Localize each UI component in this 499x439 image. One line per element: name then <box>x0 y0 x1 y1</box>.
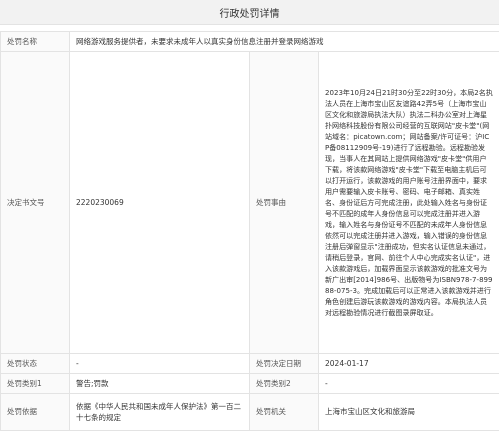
table-row: 处罚类别1 警告;罚款 处罚类别2 - <box>0 373 499 394</box>
penalty-name-value: 网络游戏服务提供者，未要求未成年人以真实身份信息注册并登录网络游戏 <box>68 31 499 52</box>
doc-number-value: 2220230069 <box>69 51 250 354</box>
reason-value: 2023年10月24日21时30分至22时30分，本局2名执法人员在上海市宝山区… <box>317 51 499 354</box>
decision-date-label: 处罚决定日期 <box>249 353 319 374</box>
category2-value: - <box>317 373 499 394</box>
table-row: 决定书文号 2220230069 处罚事由 2023年10月24日21时30分至… <box>0 51 499 354</box>
category2-label: 处罚类别2 <box>249 373 319 394</box>
penalty-name-label: 处罚名称 <box>0 31 70 52</box>
category1-value: 警告;罚款 <box>69 373 250 394</box>
basis-value: 依据《中华人民共和国未成年人保护法》第一百二十七条的规定 <box>69 393 250 431</box>
penalty-detail-table: 处罚名称 网络游戏服务提供者，未要求未成年人以真实身份信息注册并登录网络游戏 决… <box>0 31 499 431</box>
reason-label: 处罚事由 <box>249 51 319 354</box>
table-row: 处罚名称 网络游戏服务提供者，未要求未成年人以真实身份信息注册并登录网络游戏 <box>0 31 499 52</box>
decision-date-value: 2024-01-17 <box>317 353 499 374</box>
doc-number-label: 决定书文号 <box>0 51 70 354</box>
status-label: 处罚状态 <box>0 353 70 374</box>
page-header: 行政处罚详情 <box>0 0 499 25</box>
authority-label: 处罚机关 <box>249 393 319 431</box>
category1-label: 处罚类别1 <box>0 373 70 394</box>
basis-label: 处罚依据 <box>0 393 70 431</box>
authority-value: 上海市宝山区文化和旅游局 <box>317 393 499 431</box>
table-row: 处罚状态 - 处罚决定日期 2024-01-17 <box>0 353 499 374</box>
table-row: 处罚依据 依据《中华人民共和国未成年人保护法》第一百二十七条的规定 处罚机关 上… <box>0 393 499 431</box>
status-value: - <box>69 353 250 374</box>
page-title: 行政处罚详情 <box>219 8 280 20</box>
